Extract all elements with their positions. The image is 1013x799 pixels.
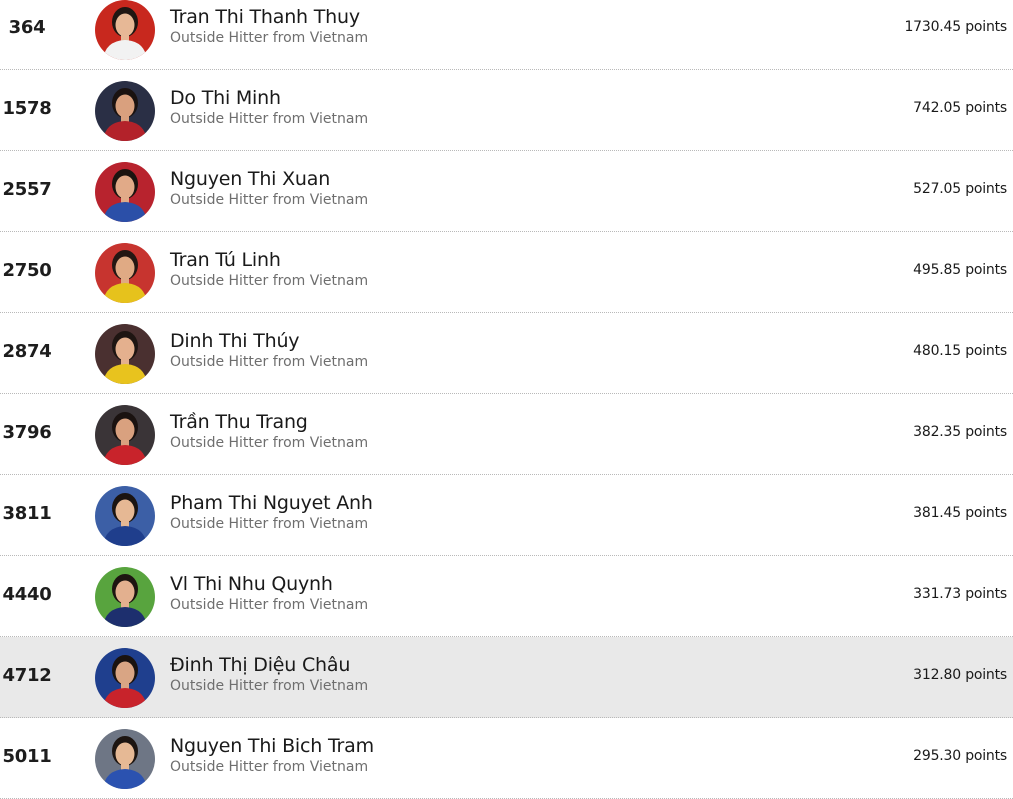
player-rank: 2750 [2,260,52,281]
player-position-country: Outside Hitter from Vietnam [170,111,369,127]
player-avatar[interactable] [95,0,155,60]
player-avatar[interactable] [95,567,155,627]
player-rank: 2874 [2,341,52,362]
player-name[interactable]: Dinh Thi Thúy [170,330,300,352]
player-name[interactable]: Pham Thi Nguyet Anh [170,492,373,514]
player-position-country: Outside Hitter from Vietnam [170,30,369,46]
player-rank: 4712 [2,665,52,686]
player-position-country: Outside Hitter from Vietnam [170,759,369,775]
player-points: 495.85 points [913,262,1007,278]
player-position-country: Outside Hitter from Vietnam [170,516,369,532]
player-rank: 1578 [2,98,52,119]
player-rank: 3811 [2,503,52,524]
player-name[interactable]: Trần Thu Trang [170,411,308,433]
player-points: 1730.45 points [904,19,1007,35]
player-points: 295.30 points [913,748,1007,764]
player-ranking-list: 364 Tran Thi Thanh Thuy Outside Hitter fro… [0,0,1013,799]
player-avatar[interactable] [95,324,155,384]
player-points: 527.05 points [913,181,1007,197]
player-rank: 5011 [2,746,52,767]
player-position-country: Outside Hitter from Vietnam [170,273,369,289]
player-name[interactable]: Đinh Thị Diệu Châu [170,654,350,676]
player-rank: 364 [8,17,46,38]
player-position-country: Outside Hitter from Vietnam [170,192,369,208]
player-avatar[interactable] [95,486,155,546]
player-points: 742.05 points [913,100,1007,116]
player-avatar[interactable] [95,243,155,303]
player-avatar[interactable] [95,729,155,789]
player-position-country: Outside Hitter from Vietnam [170,354,369,370]
player-name[interactable]: Vl Thi Nhu Quynh [170,573,333,595]
player-row[interactable]: 3811 Pham Thi Nguyet Anh Outside Hitter fr… [0,475,1013,556]
player-points: 381.45 points [913,505,1007,521]
player-name[interactable]: Nguyen Thi Xuan [170,168,330,190]
player-position-country: Outside Hitter from Vietnam [170,678,369,694]
player-rank: 3796 [2,422,52,443]
player-row[interactable]: 1578 Do Thi Minh Outside Hitter from Vietn… [0,70,1013,151]
player-points: 331.73 points [913,586,1007,602]
player-avatar[interactable] [95,162,155,222]
player-name[interactable]: Do Thi Minh [170,87,281,109]
player-avatar[interactable] [95,81,155,141]
player-name[interactable]: Tran Tú Linh [170,249,281,271]
player-rank: 2557 [2,179,52,200]
player-row[interactable]: 364 Tran Thi Thanh Thuy Outside Hitter fro… [0,0,1013,70]
player-position-country: Outside Hitter from Vietnam [170,597,369,613]
player-avatar[interactable] [95,405,155,465]
player-points: 382.35 points [913,424,1007,440]
player-row[interactable]: 2557 Nguyen Thi Xuan Outside Hitter from V… [0,151,1013,232]
player-row[interactable]: 2874 Dinh Thi Thúy Outside Hitter from Vie… [0,313,1013,394]
player-rank: 4440 [2,584,52,605]
player-points: 480.15 points [913,343,1007,359]
player-name[interactable]: Nguyen Thi Bich Tram [170,735,374,757]
player-row[interactable]: 2750 Tran Tú Linh Outside Hitter from Viet… [0,232,1013,313]
player-row[interactable]: 4440 Vl Thi Nhu Quynh Outside Hitter from … [0,556,1013,637]
player-row[interactable]: 4712 Đinh Thị Diệu Châu Outside Hitter fro… [0,637,1013,718]
player-row[interactable]: 5011 Nguyen Thi Bich Tram Outside Hitter f… [0,718,1013,799]
player-name[interactable]: Tran Thi Thanh Thuy [170,6,360,28]
player-position-country: Outside Hitter from Vietnam [170,435,369,451]
player-avatar[interactable] [95,648,155,708]
player-row[interactable]: 3796 Trần Thu Trang Outside Hitter from Vi… [0,394,1013,475]
player-points: 312.80 points [913,667,1007,683]
